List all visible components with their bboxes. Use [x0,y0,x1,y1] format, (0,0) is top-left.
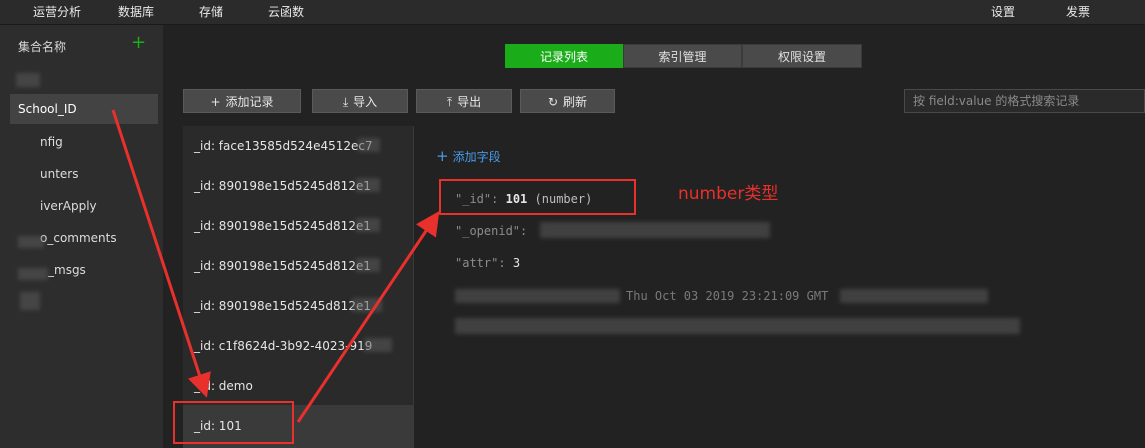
arrow-to-record [111,109,211,398]
arrow-to-field [296,211,440,423]
annotation-arrows [111,109,440,423]
